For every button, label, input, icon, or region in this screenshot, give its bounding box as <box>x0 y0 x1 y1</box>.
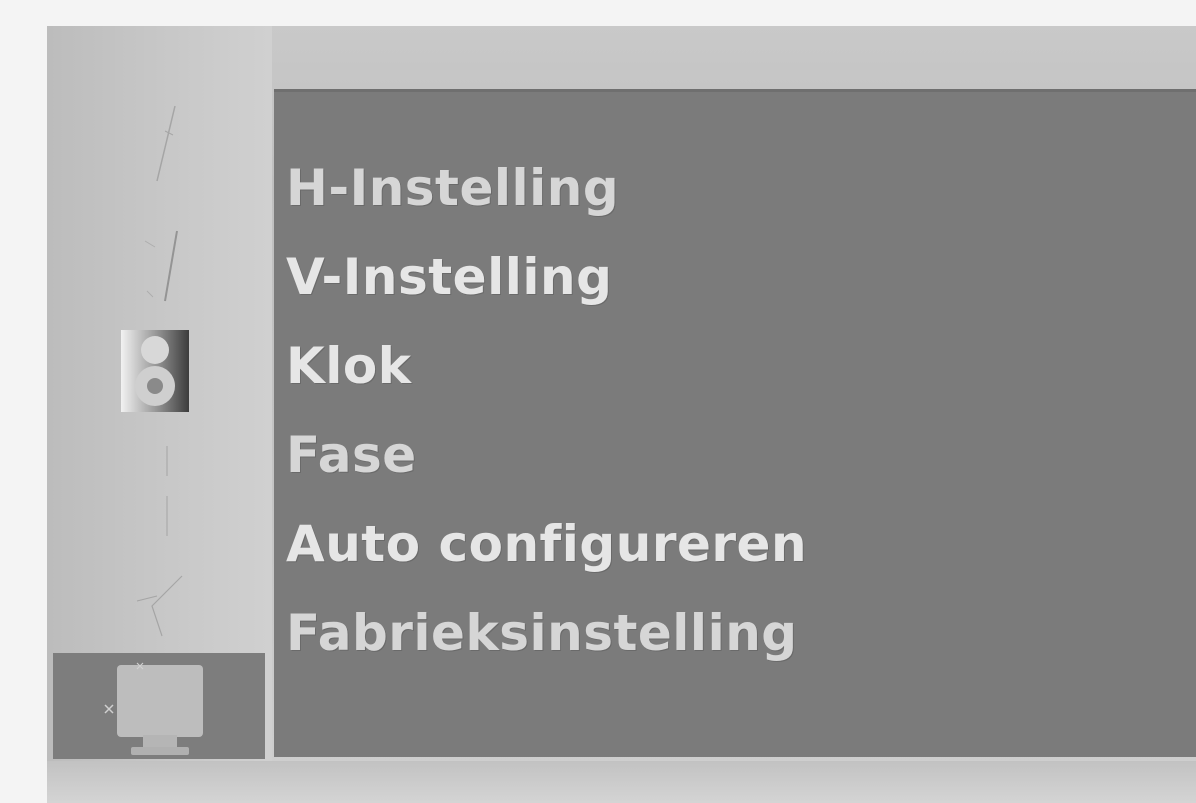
selected-category-tile[interactable] <box>53 653 265 759</box>
monitor-setup-icon <box>103 661 213 757</box>
menu-category-rail <box>47 26 272 803</box>
menu-item-fase[interactable]: Fase <box>286 411 807 500</box>
brightness-icon[interactable] <box>137 101 197 191</box>
menu-item-v-instelling[interactable]: V-Instelling <box>286 233 807 322</box>
speaker-icon[interactable] <box>117 326 197 416</box>
position-icon[interactable] <box>137 436 197 546</box>
osd-menu-window: H-Instelling V-Instelling Klok Fase Auto… <box>47 26 1196 803</box>
menu-item-h-instelling[interactable]: H-Instelling <box>286 144 807 233</box>
color-icon[interactable] <box>137 221 197 311</box>
bottom-bar <box>47 761 1196 803</box>
menu-item-auto-configureren[interactable]: Auto configureren <box>286 500 807 589</box>
menu-item-fabrieksinstelling[interactable]: Fabrieksinstelling <box>286 589 807 678</box>
submenu-panel: H-Instelling V-Instelling Klok Fase Auto… <box>274 89 1196 757</box>
menu-item-klok[interactable]: Klok <box>286 322 807 411</box>
submenu-list: H-Instelling V-Instelling Klok Fase Auto… <box>286 144 807 678</box>
settings-icon[interactable] <box>122 566 202 646</box>
